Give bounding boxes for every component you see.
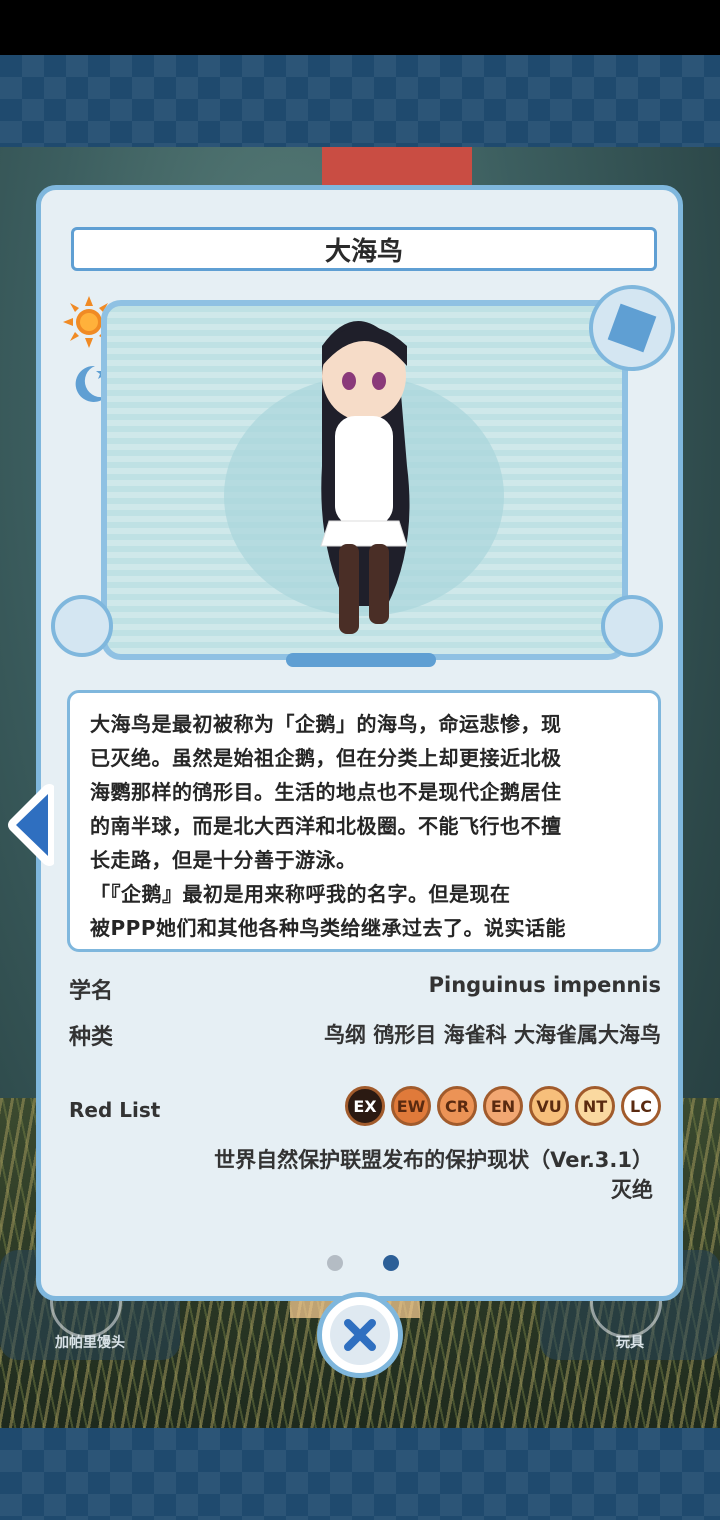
red-list-badge-lc: LC	[621, 1086, 661, 1126]
scientific-name-value: Pinguinus impennis	[428, 973, 661, 997]
card-title-bar: 大海鸟	[71, 227, 657, 271]
portrait-bottom-tab	[286, 653, 436, 667]
description-line: 海鹦那样的鸻形目。生活的地点也不是现代企鹅居住	[90, 780, 562, 804]
description-line: 被PPP她们和其他各种鸟类给继承过去了。说实话能	[90, 916, 566, 940]
toys-label: 玩具	[616, 1335, 644, 1351]
description-line: 的南半球，而是北大西洋和北极圈。不能飞行也不擅	[90, 814, 562, 838]
japari-bun-label: 加帕里馒头	[55, 1335, 125, 1351]
page-indicator	[327, 1255, 399, 1271]
bottom-pattern-band	[0, 1428, 720, 1520]
red-list-badge-nt: NT	[575, 1086, 615, 1126]
arrow-left-icon[interactable]	[4, 782, 58, 868]
description-box[interactable]: 大海鸟是最初被称为「企鹅」的海鸟，命运悲惨，现 已灭绝。虽然是始祖企鹅，但在分类…	[67, 690, 661, 952]
red-list-badge-vu: VU	[529, 1086, 569, 1126]
great-auk-illustration	[224, 321, 504, 634]
friend-profile-card: 大海鸟 大海鸟是最初被称为「企鹅」的海鸟，命运悲惨，现 已灭绝。虽然是始祖企鹅，…	[36, 185, 683, 1301]
conservation-status: 世界自然保护联盟发布的保护现状（Ver.3.1） 灭绝	[131, 1145, 653, 1205]
friend-portrait	[101, 300, 628, 660]
card-title: 大海鸟	[324, 236, 403, 267]
status-bar	[0, 0, 720, 55]
red-list-badge-ew: EW	[391, 1086, 431, 1126]
close-icon	[344, 1319, 376, 1351]
paw-corner-left-icon	[51, 595, 113, 657]
red-list-label: Red List	[69, 1098, 161, 1122]
collection-toggle-button[interactable]	[589, 285, 675, 371]
scientific-name-label: 学名	[69, 979, 114, 1004]
close-button-inner	[330, 1305, 390, 1365]
description-line: 大海鸟是最初被称为「企鹅」的海鸟，命运悲惨，现	[90, 712, 562, 736]
classification-label: 种类	[69, 1025, 114, 1050]
diamond-icon	[607, 303, 657, 353]
close-button[interactable]	[317, 1292, 403, 1378]
page-dot[interactable]	[327, 1255, 343, 1271]
description-line: 长走路，但是十分善于游泳。	[90, 848, 357, 872]
conservation-status-value: 灭绝	[611, 1178, 653, 1202]
conservation-status-caption: 世界自然保护联盟发布的保护现状（Ver.3.1）	[214, 1148, 653, 1172]
top-pattern-band	[0, 55, 720, 147]
page-dot-active[interactable]	[383, 1255, 399, 1271]
red-list-badges: EX EW CR EN VU NT LC	[345, 1086, 661, 1126]
red-list-badge-ex: EX	[345, 1086, 385, 1126]
red-list-badge-en: EN	[483, 1086, 523, 1126]
description-line: 「『企鹅』最初是用来称呼我的名字。但是现在	[90, 882, 511, 906]
classification-value: 鸟纲 鸻形目 海雀科 大海雀属大海鸟	[324, 1023, 661, 1047]
paw-corner-right-icon	[601, 595, 663, 657]
description-line: 已灭绝。虽然是始祖企鹅，但在分类上却更接近北极	[90, 746, 562, 770]
red-list-badge-cr: CR	[437, 1086, 477, 1126]
